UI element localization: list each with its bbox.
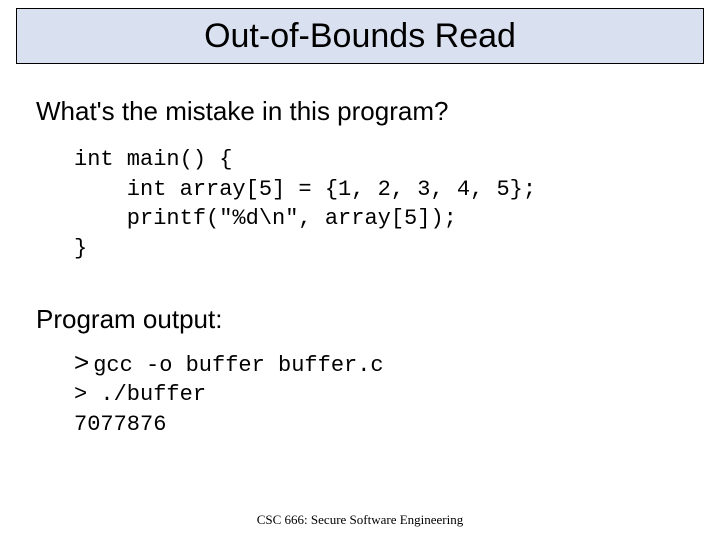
output-run-line: > ./buffer [74,380,684,410]
question-text: What's the mistake in this program? [36,96,684,127]
code-block: int main() { int array[5] = {1, 2, 3, 4,… [74,145,684,264]
run-prompt: > [74,382,87,407]
prompt-icon: > [74,345,89,380]
compile-command: gcc -o buffer buffer.c [93,351,383,381]
output-block: > gcc -o buffer buffer.c > ./buffer 7077… [74,345,684,440]
slide-footer: CSC 666: Secure Software Engineering [0,512,720,528]
output-compile-line: > gcc -o buffer buffer.c [74,345,684,381]
slide-content: What's the mistake in this program? int … [36,96,684,440]
slide-title-bar: Out-of-Bounds Read [16,8,704,64]
run-command: ./buffer [100,382,206,407]
output-label: Program output: [36,304,684,335]
slide-title: Out-of-Bounds Read [204,17,516,56]
output-result: 7077876 [74,410,684,440]
